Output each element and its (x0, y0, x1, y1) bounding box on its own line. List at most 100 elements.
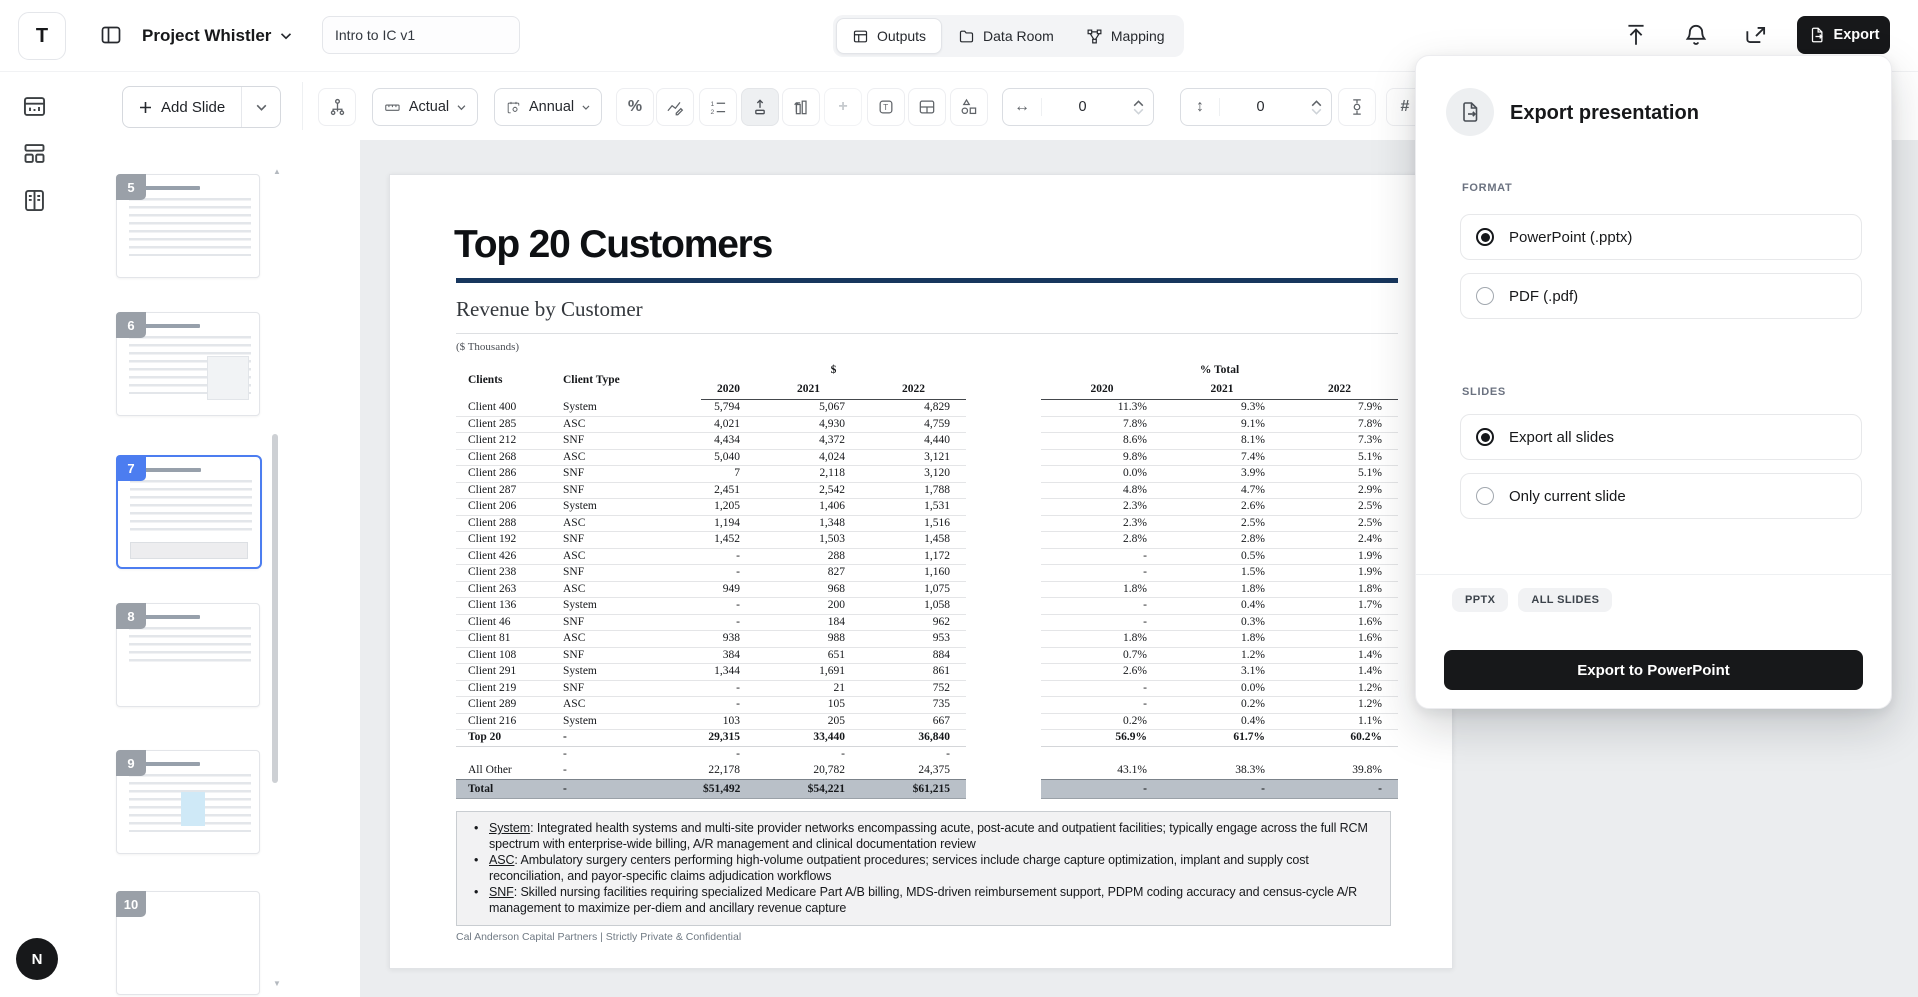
share-button[interactable] (1742, 22, 1770, 50)
table-cell: 4.7% (1163, 482, 1281, 499)
period-dropdown[interactable]: Annual (494, 88, 602, 126)
table-cell: 1.2% (1281, 697, 1398, 714)
slides-option[interactable]: Export all slides (1460, 414, 1862, 460)
radio-unselected-icon[interactable] (1476, 487, 1494, 505)
text-frame-button[interactable]: T (867, 88, 905, 126)
h-spacing-up-down[interactable] (1123, 100, 1153, 115)
slide-thumbnail-10[interactable]: 10 (116, 891, 260, 995)
rail-layouts-button[interactable] (17, 137, 51, 171)
customer-table-body: Client 400System5,7945,0674,82911.3%9.3%… (456, 400, 1398, 799)
title-rule (456, 278, 1398, 283)
format-option[interactable]: PowerPoint (.pptx) (1460, 214, 1862, 260)
export-to-powerpoint-button[interactable]: Export to PowerPoint (1444, 650, 1863, 690)
table-cell: 38.3% (1163, 762, 1281, 780)
table-cell: 4,829 (861, 400, 966, 417)
app-logo[interactable]: T (18, 12, 66, 60)
scenario-dropdown[interactable]: Actual (372, 88, 478, 126)
table-cell: 4,434 (701, 433, 756, 450)
thumbnail-scrollbar[interactable] (272, 434, 278, 783)
table-cell (1163, 746, 1281, 762)
radio-unselected-icon[interactable] (1476, 287, 1494, 305)
spacer-cell (966, 433, 1041, 450)
layout-grid-button[interactable] (908, 88, 946, 126)
table-row: Client 285ASC4,0214,9304,7597.8%9.1%7.8% (456, 416, 1398, 433)
upload-icon (1623, 22, 1649, 48)
slide-thumbnail-9[interactable]: 9 (116, 750, 260, 854)
slide-canvas-page[interactable]: Top 20 Customers Revenue by Customer ($ … (389, 174, 1453, 969)
sidebar-toggle-button[interactable] (98, 23, 124, 49)
table-cell: Client 219 (456, 680, 551, 697)
thumbnail-preview (129, 762, 251, 845)
chevron-down-icon (256, 104, 267, 111)
scenario-value: Actual (409, 99, 449, 115)
year-header: 2021 (1163, 381, 1281, 400)
table-cell: ASC (551, 548, 701, 565)
table-row: Client 426ASC-2881,172-0.5%1.9% (456, 548, 1398, 565)
footnote-item: ASC: Ambulatory surgery centers performi… (467, 852, 1376, 884)
slides-option[interactable]: Only current slide (1460, 473, 1862, 519)
radio-selected-icon[interactable] (1476, 428, 1494, 446)
table-cell: 1.1% (1281, 713, 1398, 730)
table-cell: 2.5% (1281, 515, 1398, 532)
v-spacing-value[interactable]: 0 (1220, 99, 1301, 115)
slide-thumbnail-7[interactable]: 7 (116, 455, 262, 569)
add-slide-dropdown[interactable] (241, 87, 280, 127)
user-avatar[interactable]: N (16, 938, 58, 980)
scroll-down-icon[interactable]: ▼ (273, 979, 281, 988)
scroll-up-icon[interactable]: ▲ (273, 167, 281, 176)
slide-number-badge: 6 (116, 312, 146, 338)
project-switcher[interactable]: Project Whistler (142, 21, 292, 51)
h-spacing-value[interactable]: 0 (1042, 99, 1123, 115)
table-cell: 2.6% (1163, 499, 1281, 516)
table-cell (1041, 746, 1163, 762)
slide-thumbnail-5[interactable]: 5 (116, 174, 260, 278)
table-cell: 7.8% (1281, 416, 1398, 433)
numbered-list-button[interactable]: 12 (699, 88, 737, 126)
table-cell: 7.4% (1163, 449, 1281, 466)
table-row: Client 400System5,7945,0674,82911.3%9.3%… (456, 400, 1398, 417)
table-cell: ASC (551, 631, 701, 648)
toolbar-divider (302, 82, 303, 130)
year-header: 2020 (701, 381, 756, 400)
nav-tab-data-room[interactable]: Data Room (942, 18, 1070, 54)
shapes-button[interactable] (950, 88, 988, 126)
footnote-list: System: Integrated health systems and mu… (467, 820, 1376, 916)
table-cell: 2.3% (1041, 515, 1163, 532)
table-cell: Client 263 (456, 581, 551, 598)
percent-format-button[interactable]: % (616, 88, 654, 126)
bell-icon (1683, 22, 1709, 48)
dependency-tree-button[interactable] (318, 88, 356, 126)
notifications-button[interactable] (1682, 22, 1710, 50)
table-cell: 1.4% (1281, 647, 1398, 664)
preview-lines (130, 480, 252, 534)
export-button[interactable]: Export (1797, 16, 1890, 54)
nav-tab-mapping[interactable]: Mapping (1070, 18, 1181, 54)
rail-library-button[interactable] (17, 184, 51, 218)
svg-text:T: T (883, 102, 888, 112)
table-cell: - (551, 730, 701, 747)
year-header: 2020 (1041, 381, 1163, 400)
chart-edit-button[interactable] (656, 88, 694, 126)
option-label: Export all slides (1509, 429, 1614, 446)
format-option[interactable]: PDF (.pdf) (1460, 273, 1862, 319)
table-cell: 2.8% (1041, 532, 1163, 549)
distribute-button[interactable] (1338, 88, 1376, 126)
calendar-settings-icon (506, 98, 521, 117)
align-top-button[interactable] (741, 88, 779, 126)
h-spacing-stepper: ↔ 0 (1002, 88, 1154, 126)
nav-tab-outputs[interactable]: Outputs (836, 18, 942, 54)
table-cell: 9.1% (1163, 416, 1281, 433)
slide-thumbnail-6[interactable]: 6 (116, 312, 260, 416)
table-cell: - (1041, 565, 1163, 582)
v-spacing-up-down[interactable] (1301, 100, 1331, 115)
table-cell: $51,492 (701, 780, 756, 799)
slide-thumbnail-8[interactable]: 8 (116, 603, 260, 707)
document-title-input[interactable] (322, 16, 520, 54)
rail-slides-button[interactable] (17, 90, 51, 124)
bar-chart-button[interactable] (782, 88, 820, 126)
add-slide-button[interactable]: Add Slide (123, 87, 241, 127)
upload-button[interactable] (1622, 22, 1650, 50)
table-cell: 752 (861, 680, 966, 697)
radio-selected-icon[interactable] (1476, 228, 1494, 246)
table-cell (1281, 746, 1398, 762)
